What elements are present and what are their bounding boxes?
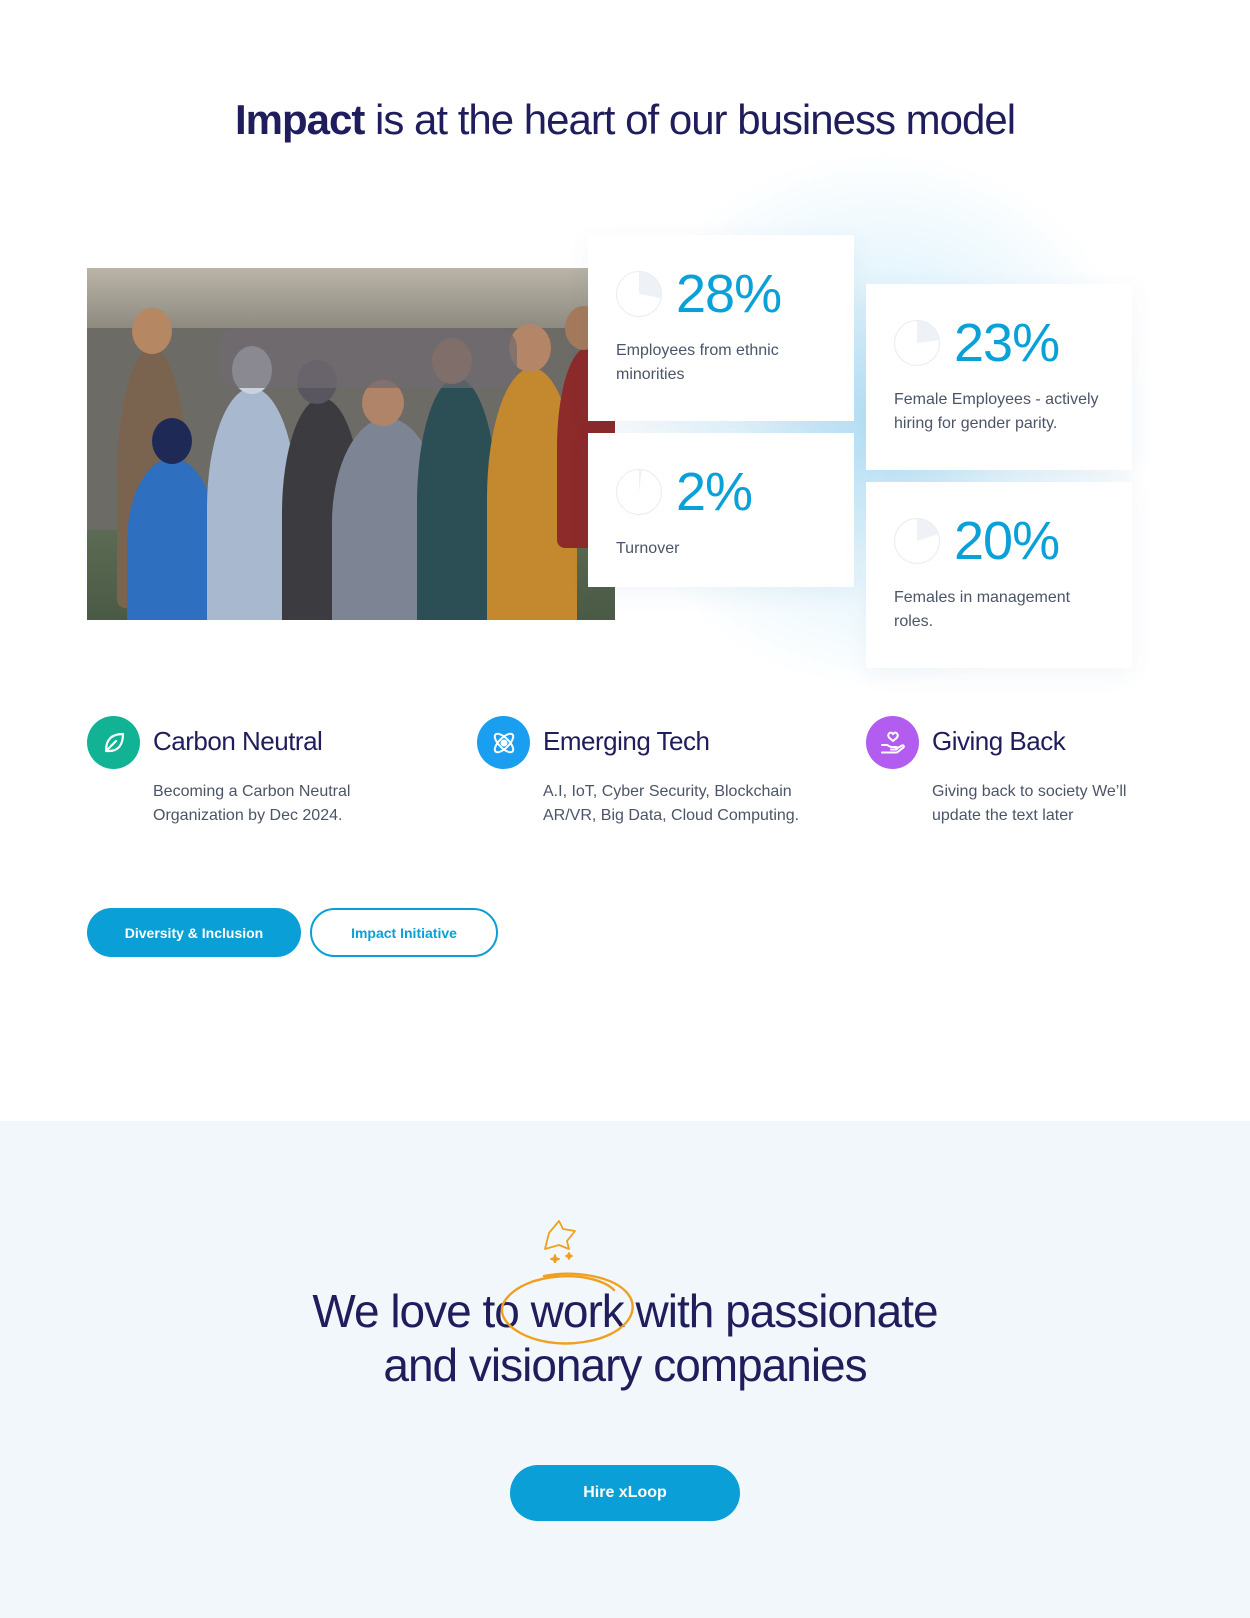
- pie-chart-icon: [894, 320, 940, 366]
- stat-label: Turnover: [616, 540, 680, 557]
- stat-value: 2%: [676, 462, 753, 522]
- impact-initiative-button[interactable]: Impact Initiative: [310, 908, 498, 957]
- impact-heading-strong: Impact: [234, 96, 365, 143]
- impact-heading-rest: is at the heart of our business model: [364, 96, 1016, 143]
- stat-label: Female Employees - actively hiring for g…: [894, 391, 1099, 432]
- stat-label: Employees from ethnic minorities: [616, 342, 779, 383]
- atom-icon: [477, 716, 530, 769]
- hire-xloop-button[interactable]: Hire xLoop: [510, 1465, 740, 1521]
- swirl-doodle-icon: [500, 1272, 634, 1345]
- stat-card-ethnic: 28% Employees from ethnic minorities: [588, 235, 854, 421]
- feature-description: Giving back to society We’ll update the …: [932, 783, 1127, 824]
- leaf-icon: [87, 716, 140, 769]
- impact-section: Impact is at the heart of our business m…: [0, 0, 1250, 1121]
- stat-card-turnover: 2% Turnover: [588, 433, 854, 587]
- pie-chart-icon: [894, 518, 940, 564]
- stat-value: 23%: [954, 313, 1060, 373]
- stat-card-female: 23% Female Employees - actively hiring f…: [866, 284, 1132, 470]
- cta-text: with passionate: [623, 1285, 939, 1337]
- hand-heart-icon: [866, 716, 919, 769]
- team-photo: [87, 268, 615, 620]
- stat-card-management: 20% Females in management roles.: [866, 482, 1132, 668]
- impact-heading: Impact is at the heart of our business m…: [0, 96, 1250, 144]
- pie-chart-icon: [616, 271, 662, 317]
- pie-chart-icon: [616, 469, 662, 515]
- stat-label: Females in management roles.: [894, 589, 1071, 630]
- feature-title: Carbon Neutral: [153, 726, 323, 756]
- feature-description: Becoming a Carbon Neutral Organization b…: [153, 783, 351, 824]
- feature-title: Emerging Tech: [543, 726, 710, 756]
- cta-text: We: [312, 1285, 391, 1337]
- feature-title: Giving Back: [932, 726, 1066, 756]
- stat-value: 28%: [676, 264, 782, 324]
- stat-value: 20%: [954, 511, 1060, 571]
- star-doodle-icon: [544, 1220, 576, 1263]
- feature-description: A.I, IoT, Cyber Security, Blockchain AR/…: [543, 783, 800, 824]
- cta-love: love: [390, 1285, 471, 1337]
- cta-companies: companies: [653, 1339, 867, 1391]
- diversity-inclusion-button[interactable]: Diversity & Inclusion: [87, 908, 301, 957]
